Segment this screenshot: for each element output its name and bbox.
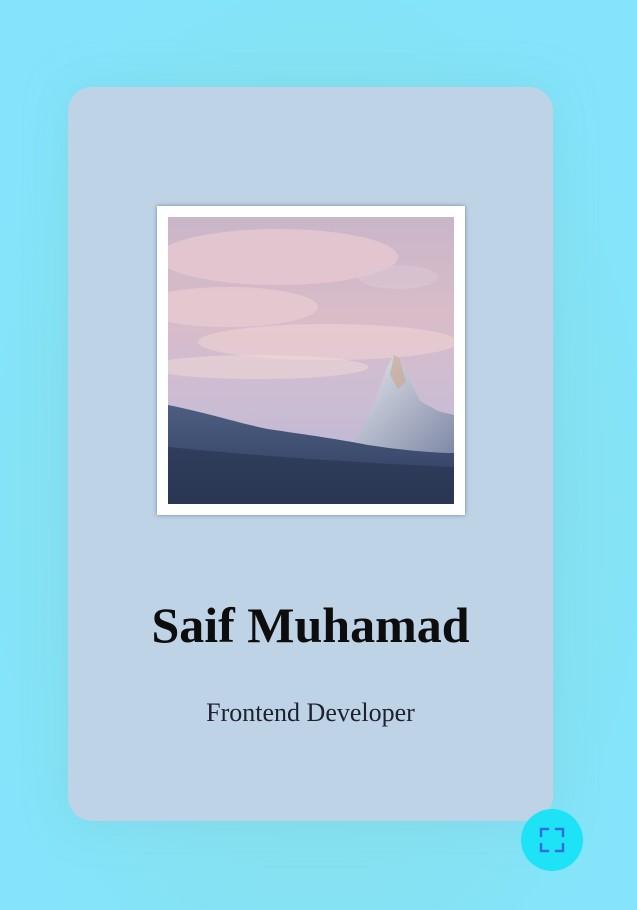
fullscreen-icon bbox=[538, 826, 566, 854]
profile-name: Saif Muhamad bbox=[151, 597, 470, 653]
profile-card: Saif Muhamad Frontend Developer bbox=[68, 87, 583, 871]
profile-photo bbox=[168, 217, 454, 504]
profile-role: Frontend Developer bbox=[206, 698, 415, 727]
photo-frame bbox=[157, 206, 465, 515]
fullscreen-button[interactable] bbox=[521, 809, 583, 871]
